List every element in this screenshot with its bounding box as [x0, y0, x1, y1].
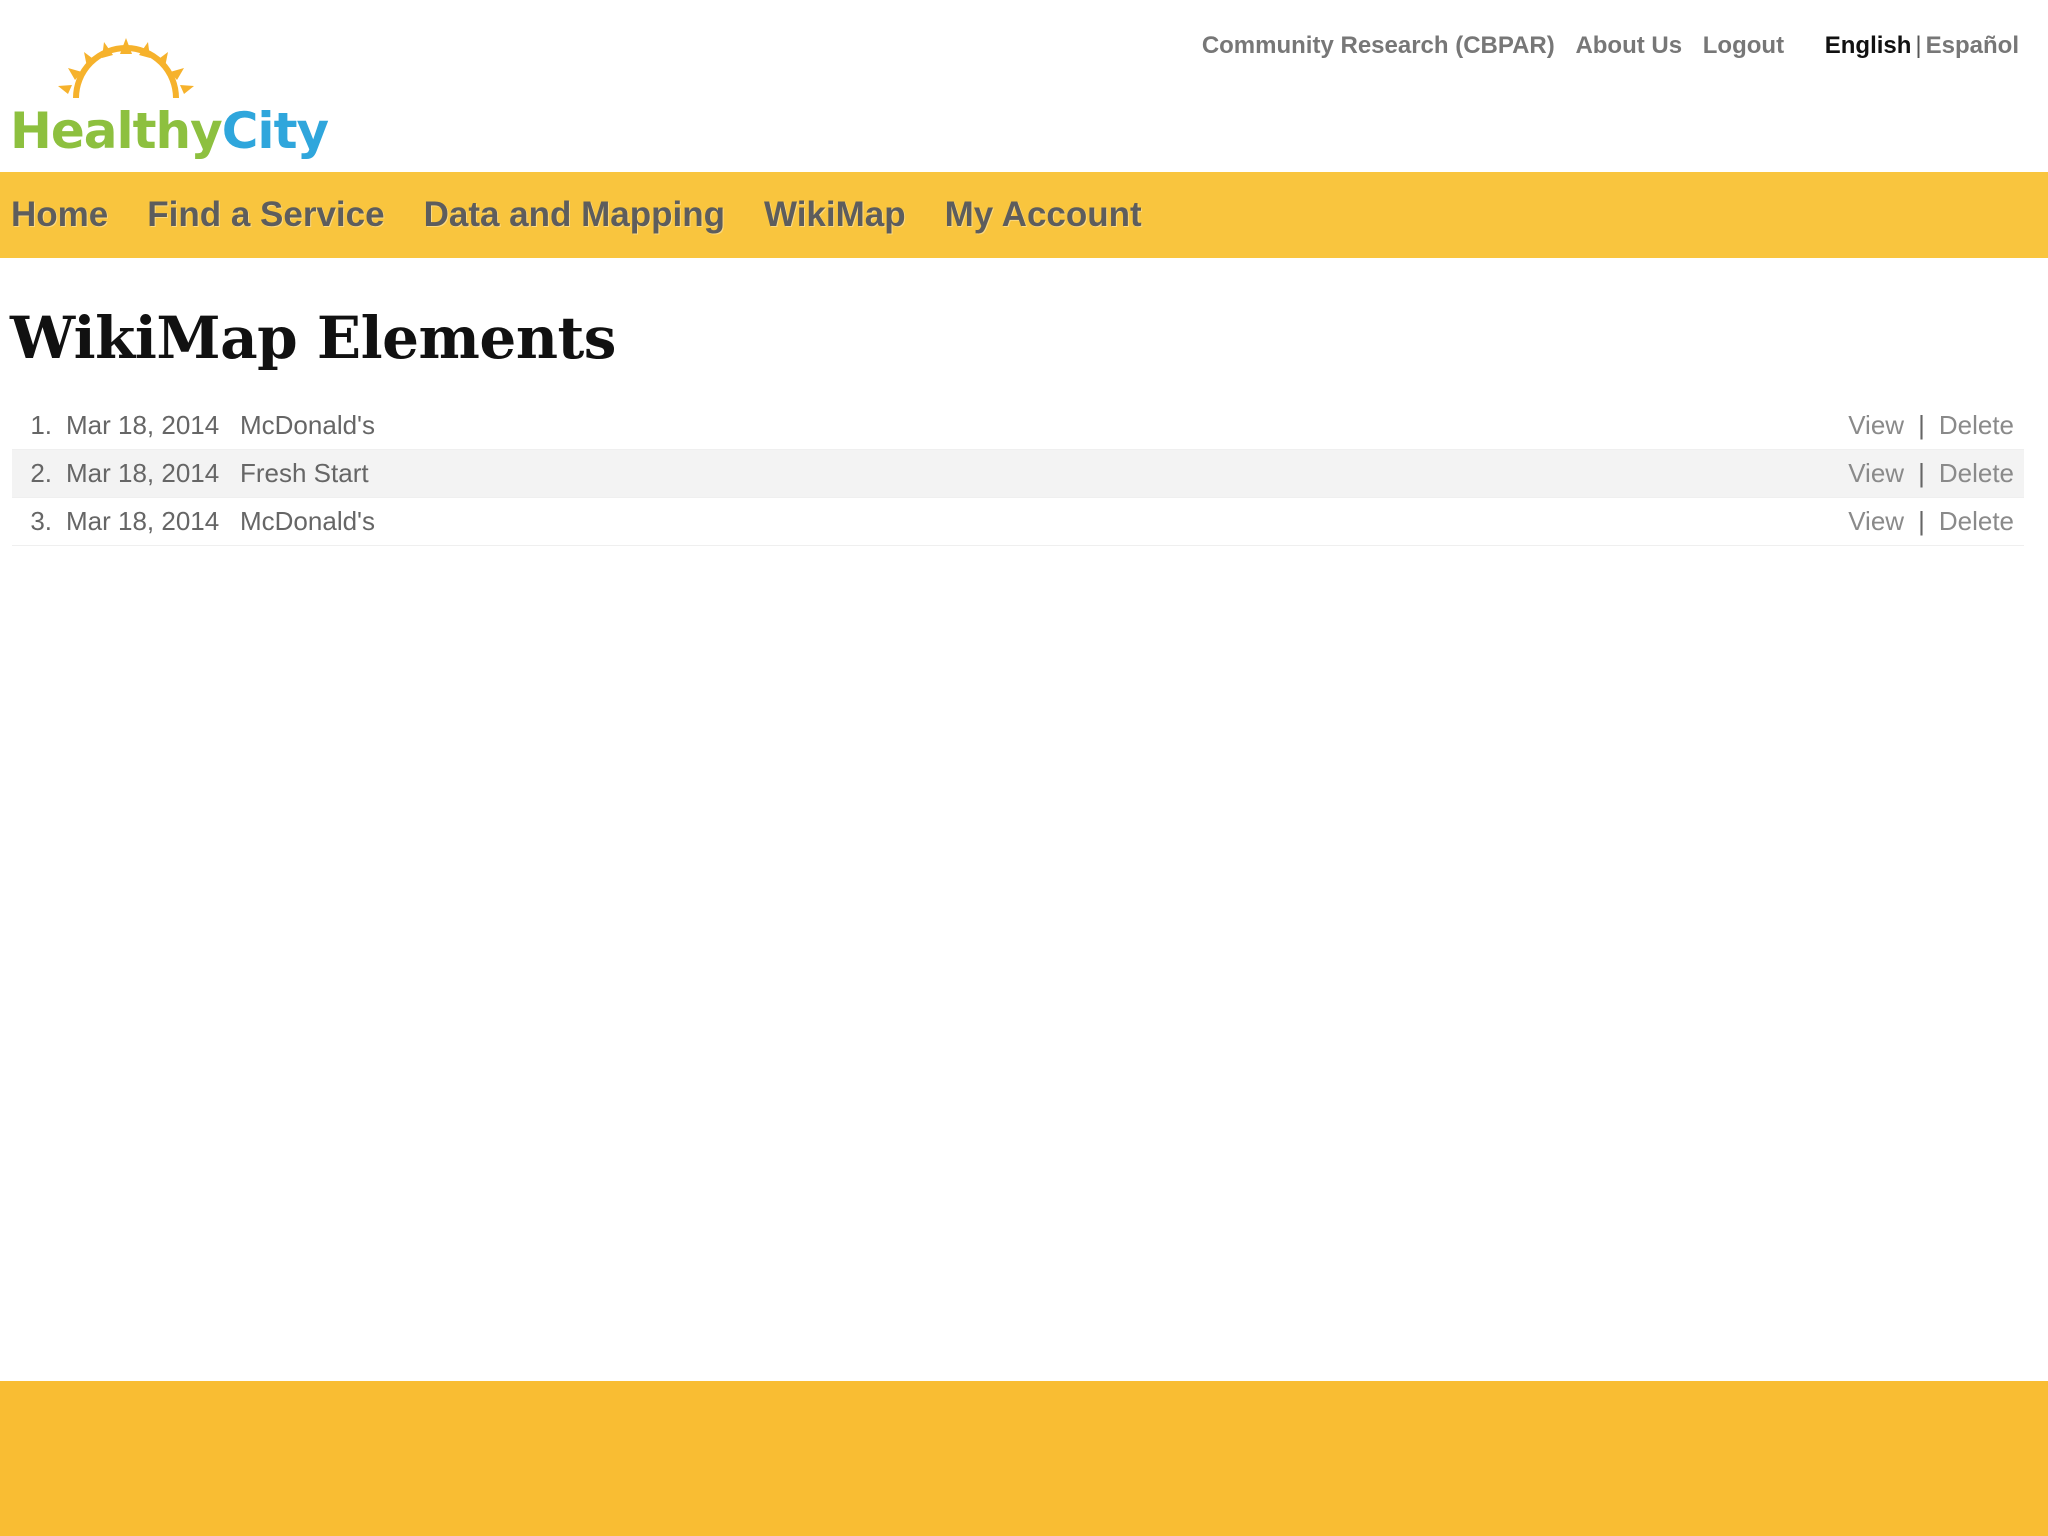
view-link[interactable]: View [1848, 506, 1904, 537]
language-english-link[interactable]: English [1825, 32, 1912, 59]
language-espanol-link[interactable]: Español [1926, 32, 2019, 59]
list-item: 3. Mar 18, 2014 McDonald's View | Delete [12, 498, 2024, 546]
nav-home[interactable]: Home [11, 195, 108, 235]
item-actions: View | Delete [1848, 450, 2014, 497]
item-date: Mar 18, 2014 [66, 458, 220, 488]
item-date: Mar 18, 2014 [66, 506, 220, 536]
nav-wikimap[interactable]: WikiMap [764, 195, 906, 235]
utility-nav: Community Research (CBPAR) About Us Logo… [1188, 32, 2019, 60]
logo-city: City [221, 102, 329, 160]
nav-data-and-mapping[interactable]: Data and Mapping [424, 195, 725, 235]
language-switcher: English | Español [1825, 32, 2019, 60]
logo-wordmark: HealthyCity [10, 106, 329, 156]
wikimap-elements-list: 1. Mar 18, 2014 McDonald's View | Delete… [12, 402, 2024, 546]
item-title: McDonald's [240, 410, 376, 440]
community-research-link[interactable]: Community Research (CBPAR) [1202, 32, 1555, 59]
site-header: HealthyCity Community Research (CBPAR) A… [0, 0, 2048, 172]
healthycity-logo[interactable]: HealthyCity [8, 30, 329, 156]
logo-healthy: Healthy [10, 102, 223, 160]
main-nav: Home Find a Service Data and Mapping Wik… [0, 172, 2048, 258]
nav-find-a-service[interactable]: Find a Service [147, 195, 384, 235]
about-us-link[interactable]: About Us [1575, 32, 1682, 59]
item-title: McDonald's [240, 506, 376, 536]
item-date: Mar 18, 2014 [66, 410, 220, 440]
view-link[interactable]: View [1848, 458, 1904, 489]
logout-link[interactable]: Logout [1703, 32, 1784, 59]
item-actions: View | Delete [1848, 498, 2014, 545]
page-title: WikiMap Elements [10, 304, 616, 372]
item-title: Fresh Start [240, 458, 369, 488]
view-link[interactable]: View [1848, 410, 1904, 441]
item-number: 3. [30, 506, 52, 536]
delete-link[interactable]: Delete [1939, 506, 2014, 537]
nav-my-account[interactable]: My Account [945, 195, 1142, 235]
action-separator: | [1918, 410, 1925, 440]
delete-link[interactable]: Delete [1939, 458, 2014, 489]
item-number: 1. [30, 410, 52, 440]
item-number: 2. [30, 458, 52, 488]
sun-icon [58, 38, 194, 99]
list-item: 1. Mar 18, 2014 McDonald's View | Delete [12, 402, 2024, 450]
item-actions: View | Delete [1848, 402, 2014, 449]
list-item: 2. Mar 18, 2014 Fresh Start View | Delet… [12, 450, 2024, 498]
language-separator: | [1915, 32, 1922, 59]
action-separator: | [1918, 458, 1925, 488]
site-footer [0, 1381, 2048, 1536]
action-separator: | [1918, 506, 1925, 536]
delete-link[interactable]: Delete [1939, 410, 2014, 441]
